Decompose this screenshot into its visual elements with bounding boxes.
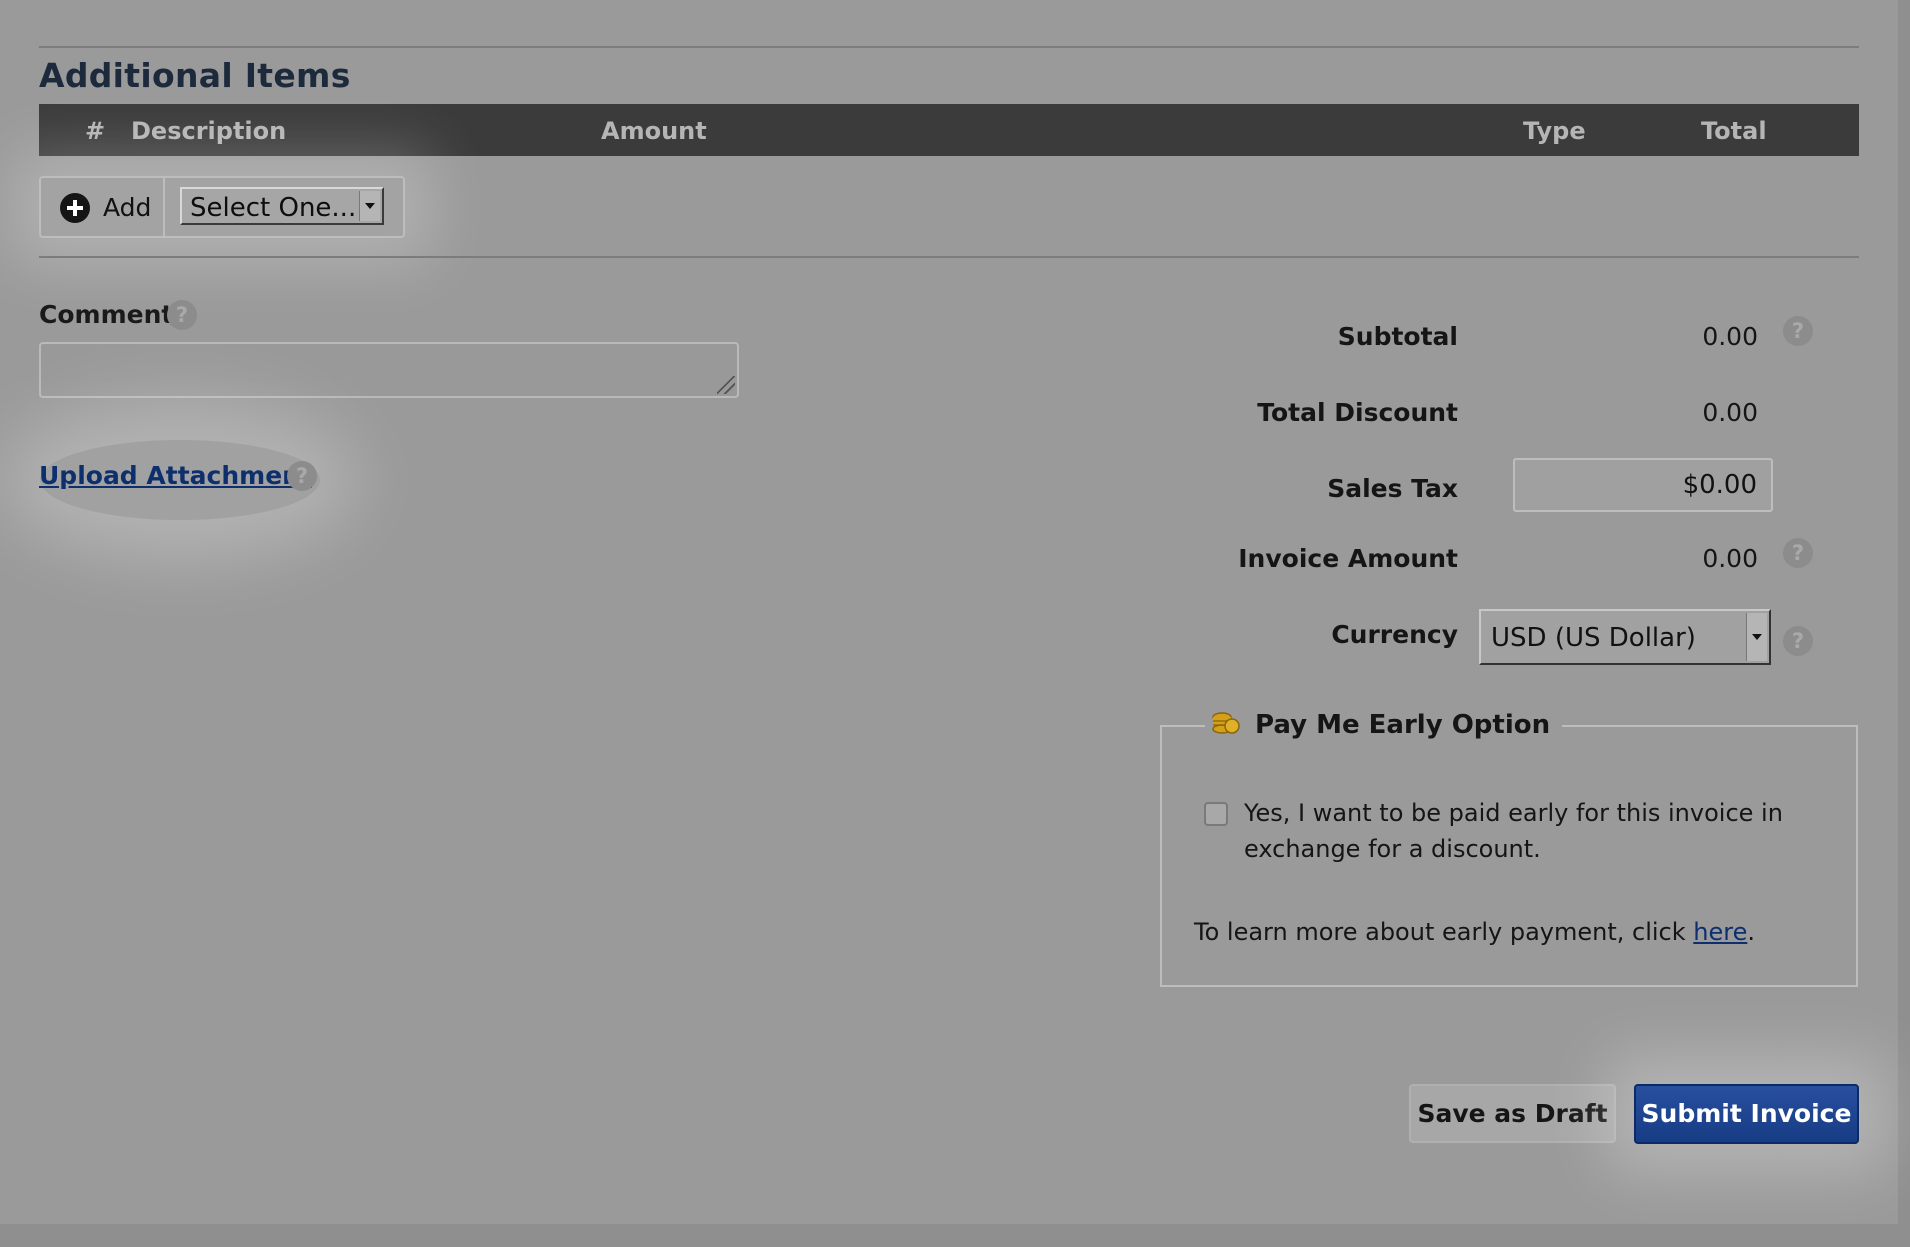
divider (39, 256, 1859, 258)
comment-textarea[interactable] (39, 342, 739, 398)
pay-early-title: Pay Me Early Option (1255, 710, 1551, 740)
add-button-label: Add (103, 193, 152, 222)
pay-early-legend: Pay Me Early Option (1205, 706, 1563, 744)
learn-more-suffix: . (1747, 918, 1755, 946)
subtotal-value: 0.00 (1702, 322, 1758, 351)
section-title: Additional Items (39, 56, 351, 95)
column-header-total: Total (1701, 117, 1767, 145)
coins-icon (1212, 711, 1240, 734)
pay-early-checkbox[interactable] (1204, 802, 1228, 826)
column-header-type: Type (1523, 117, 1586, 145)
item-type-select[interactable]: Select One... (180, 187, 384, 225)
window-edge (1898, 0, 1910, 1247)
learn-more-prefix: To learn more about early payment, click (1194, 918, 1694, 946)
help-icon[interactable]: ? (1783, 626, 1813, 656)
plus-circle-icon (60, 193, 90, 223)
learn-more-link[interactable]: here (1693, 918, 1747, 946)
sales-tax-input[interactable]: $0.00 (1513, 458, 1773, 512)
invoice-amount-label: Invoice Amount (1238, 544, 1458, 573)
currency-label: Currency (1331, 620, 1458, 649)
items-table-header: # Description Amount Type Total (39, 104, 1859, 156)
help-icon[interactable]: ? (167, 300, 197, 330)
total-discount-value: 0.00 (1702, 398, 1758, 427)
invoice-amount-value: 0.00 (1702, 544, 1758, 573)
subtotal-label: Subtotal (1337, 322, 1458, 351)
upload-attachment-link[interactable]: Upload Attachment (39, 461, 312, 490)
sales-tax-label: Sales Tax (1327, 474, 1458, 503)
divider (39, 46, 1859, 48)
resize-handle-icon[interactable] (717, 376, 735, 394)
help-icon[interactable]: ? (287, 461, 317, 491)
currency-select[interactable]: USD (US Dollar) (1479, 609, 1771, 665)
window-edge-bottom (0, 1224, 1910, 1247)
help-icon[interactable]: ? (1783, 538, 1813, 568)
column-header-amount: Amount (601, 117, 707, 145)
invoice-page: Additional Items # Description Amount Ty… (0, 0, 1910, 1247)
pay-early-checkbox-label: Yes, I want to be paid early for this in… (1244, 799, 1783, 863)
comment-label: Comment (39, 300, 174, 329)
column-header-description: Description (131, 117, 287, 145)
chevron-down-icon (1746, 613, 1767, 661)
save-as-draft-button[interactable]: Save as Draft (1409, 1084, 1616, 1143)
learn-more-text: To learn more about early payment, click… (1194, 918, 1755, 946)
add-item-group: Add Select One... (39, 176, 405, 238)
chevron-down-icon (359, 191, 380, 221)
submit-invoice-button[interactable]: Submit Invoice (1634, 1084, 1859, 1144)
add-item-button[interactable]: Add (41, 178, 165, 236)
item-type-select-value: Select One... (190, 193, 357, 223)
help-icon[interactable]: ? (1783, 316, 1813, 346)
total-discount-label: Total Discount (1257, 398, 1458, 427)
currency-select-value: USD (US Dollar) (1491, 623, 1696, 653)
column-header-number: # (85, 117, 106, 145)
